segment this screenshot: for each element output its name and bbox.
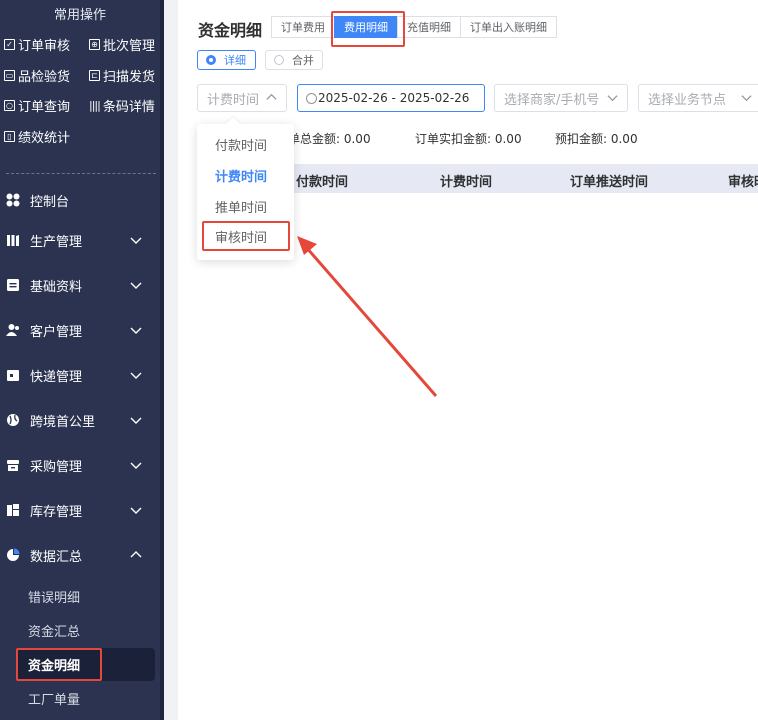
annotation-arrow-icon (297, 236, 438, 397)
